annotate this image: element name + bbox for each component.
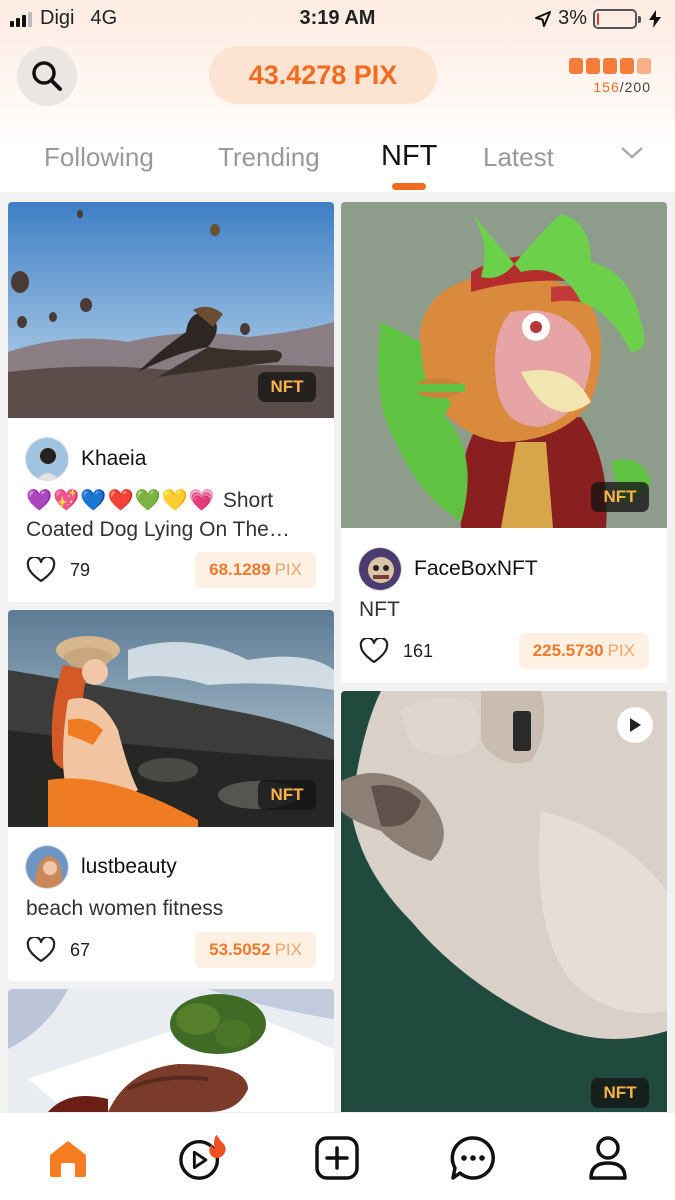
feed-tabs: Following Trending NFT Latest: [0, 130, 675, 190]
like-button[interactable]: 79: [26, 557, 90, 583]
like-count: 161: [403, 640, 434, 661]
flame-icon: [209, 1134, 226, 1158]
feed-card[interactable]: NFT lustbeauty beach women fitness 67 53…: [8, 610, 334, 981]
avatar[interactable]: [25, 437, 69, 481]
post-description: 💜💖💙❤️💚💛💗 Short Coated Dog Lying On The G…: [26, 486, 318, 544]
play-icon[interactable]: [617, 707, 653, 743]
pix-balance[interactable]: 43.4278 PIX: [209, 46, 437, 104]
post-image[interactable]: NFT: [8, 202, 334, 418]
price-unit: PIX: [274, 560, 302, 579]
location-arrow-icon: [535, 10, 552, 27]
price-badge[interactable]: 225.5730 PIX: [518, 633, 649, 669]
price-value: 53.5052: [209, 940, 271, 959]
active-tab-indicator: [392, 183, 426, 190]
post-image[interactable]: NFT: [341, 202, 667, 528]
feed-card[interactable]: NFT FaceBoxNFT NFT 161 225.5730 PIX: [341, 202, 667, 683]
nft-badge: NFT: [258, 780, 316, 810]
battery-icon: [593, 8, 641, 29]
heart-icon: [359, 638, 389, 664]
tab-trending[interactable]: Trending: [218, 142, 320, 173]
energy-total: /200: [619, 79, 651, 95]
post-description: beach women fitness: [26, 897, 224, 920]
nav-create[interactable]: [312, 1133, 362, 1183]
energy-bars: [569, 58, 651, 74]
nav-profile[interactable]: [583, 1133, 633, 1183]
like-count: 79: [70, 559, 91, 580]
avatar[interactable]: [25, 845, 69, 889]
status-bar: Digi 4G 3:19 AM 3%: [0, 0, 675, 38]
price-value: 225.5730: [532, 641, 604, 660]
nft-badge: NFT: [258, 372, 316, 402]
price-unit: PIX: [274, 940, 302, 959]
messages-icon: [450, 1136, 495, 1180]
username[interactable]: lustbeauty: [81, 855, 177, 879]
nav-video[interactable]: [178, 1133, 228, 1183]
post-author[interactable]: lustbeauty: [25, 845, 177, 889]
profile-icon: [589, 1136, 627, 1180]
tab-following[interactable]: Following: [44, 142, 154, 173]
tab-nft[interactable]: NFT: [381, 140, 437, 173]
nft-badge: NFT: [591, 1078, 649, 1108]
post-author[interactable]: FaceBoxNFT: [358, 547, 538, 591]
energy-count: 156/200: [569, 79, 651, 95]
create-icon: [315, 1136, 359, 1180]
emoji-hearts: 💜💖💙❤️💚💛💗: [26, 489, 223, 512]
post-image[interactable]: [8, 989, 334, 1112]
nav-home[interactable]: [43, 1133, 93, 1183]
feed-card[interactable]: NFT Khaeia 💜💖💙❤️💚💛💗 Short Coated Dog Lyi…: [8, 202, 334, 602]
price-value: 68.1289: [209, 560, 271, 579]
tab-latest[interactable]: Latest: [483, 142, 554, 173]
like-button[interactable]: 67: [26, 937, 90, 963]
feed-card[interactable]: [8, 989, 334, 1112]
avatar[interactable]: [358, 547, 402, 591]
pix-balance-value: 43.4278 PIX: [248, 59, 398, 90]
search-button[interactable]: [17, 46, 77, 106]
post-author[interactable]: Khaeia: [25, 437, 146, 481]
post-description: NFT: [359, 598, 400, 621]
chevron-down-icon[interactable]: [620, 146, 644, 160]
username[interactable]: FaceBoxNFT: [414, 557, 538, 581]
price-badge[interactable]: 53.5052 PIX: [195, 932, 316, 968]
video-icon: [179, 1134, 226, 1180]
energy-meter[interactable]: 156/200: [569, 58, 651, 95]
nav-messages[interactable]: [448, 1133, 498, 1183]
like-count: 67: [70, 939, 91, 960]
energy-current: 156: [593, 79, 620, 95]
search-icon: [32, 61, 62, 91]
bottom-navigation: [0, 1112, 675, 1200]
feed-card[interactable]: NFT: [341, 691, 667, 1112]
home-icon: [50, 1141, 86, 1177]
charging-bolt-icon: [649, 9, 661, 28]
nft-badge: NFT: [591, 482, 649, 512]
battery-percent: 3%: [558, 7, 587, 29]
post-image[interactable]: NFT: [8, 610, 334, 827]
heart-icon: [26, 937, 56, 963]
price-unit: PIX: [607, 641, 635, 660]
post-video-thumbnail[interactable]: NFT: [341, 691, 667, 1112]
like-button[interactable]: 161: [359, 638, 433, 664]
username[interactable]: Khaeia: [81, 447, 146, 471]
price-badge[interactable]: 68.1289 PIX: [195, 552, 316, 588]
heart-icon: [26, 557, 56, 583]
